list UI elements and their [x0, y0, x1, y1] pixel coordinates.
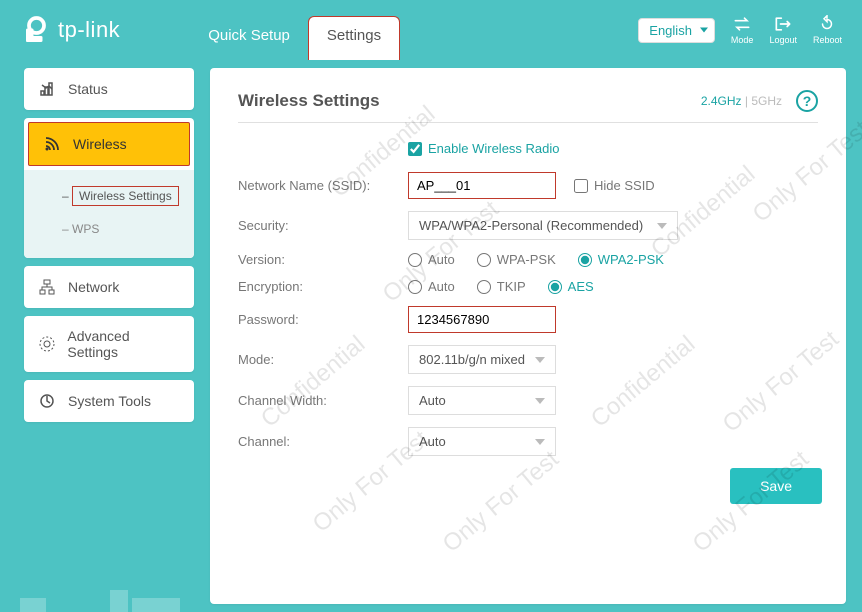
logout-label: Logout: [769, 35, 797, 45]
wireless-submenu: Wireless Settings WPS: [24, 170, 194, 258]
enable-wireless-input[interactable]: [408, 142, 422, 156]
status-icon: [38, 80, 56, 98]
wireless-icon: [43, 135, 61, 153]
advanced-label: Advanced Settings: [67, 328, 180, 360]
security-select[interactable]: WPA/WPA2-Personal (Recommended): [408, 211, 678, 240]
mode-select[interactable]: 802.11b/g/n mixed: [408, 345, 556, 374]
mode-label: Mode:: [238, 352, 408, 367]
subitem-wps[interactable]: WPS: [24, 214, 194, 244]
watermark: Only For Test: [438, 446, 565, 559]
content-panel: Wireless Settings 2.4GHz | 5GHz ? Enable…: [210, 68, 846, 604]
security-label: Security:: [238, 218, 408, 233]
channel-label: Channel:: [238, 434, 408, 449]
sidebar-item-network[interactable]: Network: [24, 266, 194, 308]
brand-logo: tp-link: [20, 15, 120, 45]
footer-decoration: [20, 590, 180, 612]
reboot-button[interactable]: Reboot: [813, 15, 842, 45]
subitem-wireless-settings[interactable]: Wireless Settings: [24, 178, 194, 214]
main-tabs: Quick Setup Settings: [190, 0, 400, 60]
sidebar-item-advanced[interactable]: Advanced Settings: [24, 316, 194, 372]
system-icon: [38, 392, 56, 410]
enable-wireless-checkbox[interactable]: Enable Wireless Radio: [408, 141, 818, 156]
sidebar-item-status[interactable]: Status: [24, 68, 194, 110]
tab-settings[interactable]: Settings: [308, 16, 400, 60]
version-wpa2-psk[interactable]: WPA2-PSK: [578, 252, 664, 267]
password-label: Password:: [238, 312, 408, 327]
encryption-auto[interactable]: Auto: [408, 279, 455, 294]
logout-icon: [773, 15, 793, 33]
encryption-tkip[interactable]: TKIP: [477, 279, 526, 294]
help-button[interactable]: ?: [796, 90, 818, 112]
header-right: English Mode Logout Reboot: [638, 15, 842, 45]
hide-ssid-input[interactable]: [574, 179, 588, 193]
encryption-aes[interactable]: AES: [548, 279, 594, 294]
ssid-label: Network Name (SSID):: [238, 178, 408, 193]
ssid-input[interactable]: [408, 172, 556, 199]
version-wpa-psk[interactable]: WPA-PSK: [477, 252, 556, 267]
mode-label: Mode: [731, 35, 754, 45]
network-label: Network: [68, 279, 119, 295]
header-bar: tp-link Quick Setup Settings English Mod…: [0, 0, 862, 60]
version-auto[interactable]: Auto: [408, 252, 455, 267]
save-button[interactable]: Save: [730, 468, 822, 504]
logout-button[interactable]: Logout: [769, 15, 797, 45]
hide-ssid-checkbox[interactable]: Hide SSID: [574, 178, 655, 193]
sidebar-item-system[interactable]: System Tools: [24, 380, 194, 422]
mode-button[interactable]: Mode: [731, 15, 754, 45]
advanced-icon: [38, 335, 55, 353]
status-label: Status: [68, 81, 108, 97]
password-input[interactable]: [408, 306, 556, 333]
band-selector: 2.4GHz | 5GHz: [701, 94, 782, 108]
channel-select[interactable]: Auto: [408, 427, 556, 456]
version-label: Version:: [238, 252, 408, 267]
tplink-logo-icon: [20, 15, 50, 45]
mode-icon: [732, 15, 752, 33]
sidebar-item-wireless[interactable]: Wireless: [28, 122, 190, 166]
channel-width-select[interactable]: Auto: [408, 386, 556, 415]
reboot-label: Reboot: [813, 35, 842, 45]
page-title: Wireless Settings: [238, 91, 380, 111]
watermark: Only For Test: [718, 326, 845, 439]
system-label: System Tools: [68, 393, 151, 409]
reboot-icon: [817, 15, 837, 33]
language-select[interactable]: English: [638, 18, 715, 43]
wireless-label: Wireless: [73, 136, 127, 152]
brand-text: tp-link: [58, 17, 120, 43]
tab-quick-setup[interactable]: Quick Setup: [190, 17, 308, 60]
encryption-label: Encryption:: [238, 279, 408, 294]
network-icon: [38, 278, 56, 296]
band-5ghz[interactable]: 5GHz: [751, 94, 782, 108]
sidebar: Status Wireless Wireless Settings WPS Ne…: [0, 60, 210, 604]
band-24ghz[interactable]: 2.4GHz: [701, 94, 742, 108]
channel-width-label: Channel Width:: [238, 393, 408, 408]
